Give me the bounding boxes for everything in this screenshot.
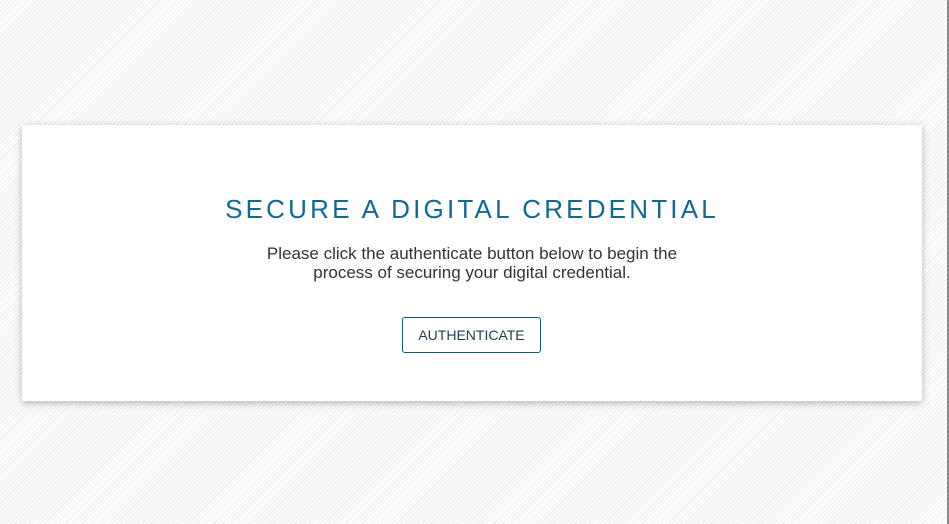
credential-card: SECURE A DIGITAL CREDENTIAL Please click… [22, 125, 922, 401]
instruction-text: Please click the authenticate button bel… [266, 244, 678, 282]
page-title: SECURE A DIGITAL CREDENTIAL [225, 194, 719, 224]
authenticate-button[interactable]: AUTHENTICATE [402, 317, 541, 353]
